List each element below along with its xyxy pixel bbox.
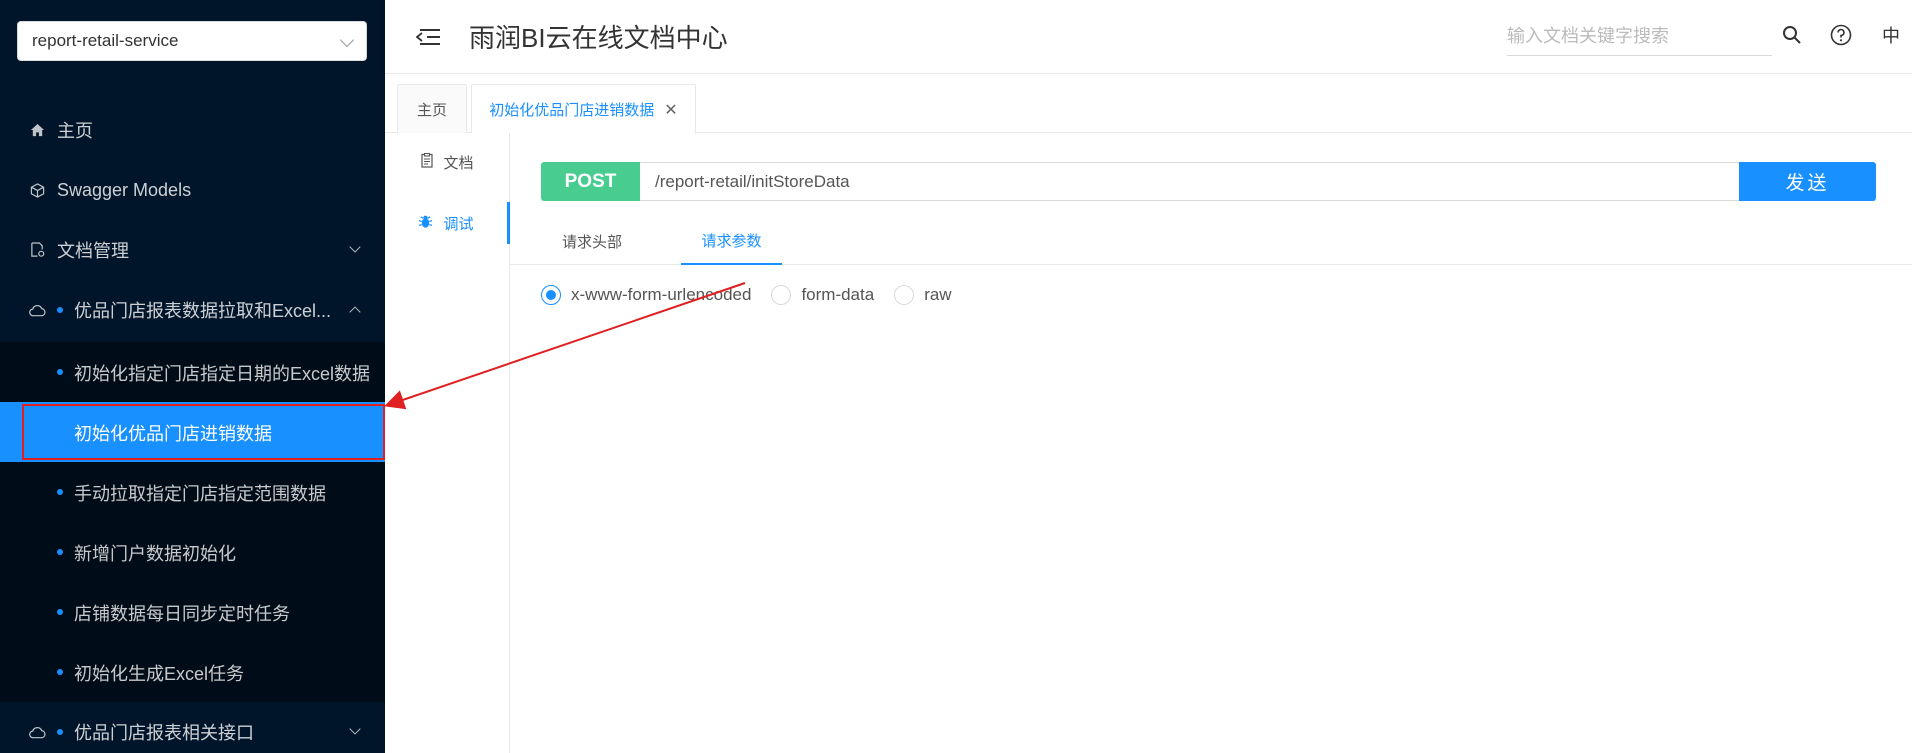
- menu-item-swagger-models[interactable]: Swagger Models: [0, 160, 385, 220]
- doc-debug-nav: 文档 调试: [385, 133, 510, 753]
- bullet-dot: [57, 489, 63, 495]
- chevron-down-icon: [349, 241, 361, 253]
- menu-item-label: 主页: [57, 121, 93, 141]
- request-subtabs: 请求头部 请求参数: [510, 217, 1912, 265]
- top-header: 雨润BI云在线文档中心 中: [385, 0, 1912, 74]
- sub-item-label: 初始化优品门店进销数据: [74, 424, 272, 444]
- sub-item-label: 新增门户数据初始化: [74, 544, 236, 564]
- tab-label: 初始化优品门店进销数据: [489, 102, 655, 119]
- home-icon: [28, 121, 46, 139]
- sub-item-init-store-data[interactable]: 初始化优品门店进销数据: [0, 402, 385, 462]
- menu-item-label: Swagger Models: [57, 179, 192, 200]
- radio-label: x-www-form-urlencoded: [571, 285, 752, 304]
- sub-item-daily-sync[interactable]: 店铺数据每日同步定时任务: [0, 582, 385, 642]
- tab-request-headers[interactable]: 请求头部: [541, 217, 643, 265]
- radio-label: raw: [924, 285, 952, 304]
- nav-document[interactable]: 文档: [385, 141, 510, 183]
- menu-item-home[interactable]: 主页: [0, 100, 385, 160]
- tab-label: 主页: [416, 101, 447, 119]
- sub-item-label: 店铺数据每日同步定时任务: [74, 604, 290, 624]
- bug-icon: [418, 214, 433, 232]
- radio-circle: [894, 285, 915, 305]
- bullet-dot: [57, 609, 63, 615]
- sub-item-init-excel[interactable]: 初始化指定门店指定日期的Excel数据: [0, 342, 385, 402]
- url-field[interactable]: /report-retail/initStoreData: [640, 162, 1749, 201]
- menu-item-label: 文档管理: [57, 241, 129, 261]
- doc-settings-icon: [28, 241, 46, 259]
- menu-item-group-report-api[interactable]: 优品门店报表相关接口: [0, 702, 385, 753]
- nav-debug[interactable]: 调试: [385, 202, 510, 244]
- service-select-value: report-retail-service: [32, 31, 179, 50]
- help-icon[interactable]: [1828, 22, 1854, 48]
- bullet-dot: [57, 669, 63, 675]
- cloud-icon: [28, 723, 46, 741]
- radio-circle: [541, 285, 561, 305]
- menu-item-doc-manage[interactable]: 文档管理: [0, 220, 385, 280]
- sub-item-label: 初始化生成Excel任务: [74, 664, 245, 684]
- menu-item-label: 优品门店报表相关接口: [74, 723, 254, 743]
- close-icon[interactable]: ✕: [664, 100, 677, 120]
- tab-home[interactable]: 主页: [397, 84, 467, 133]
- bullet-dot: [57, 729, 63, 735]
- menu-item-label: 优品门店报表数据拉取和Excel...: [74, 301, 332, 321]
- body-type-radios: x-www-form-urlencoded form-data raw: [541, 280, 972, 310]
- radio-label: form-data: [801, 285, 875, 304]
- service-select[interactable]: report-retail-service: [17, 21, 367, 61]
- nav-label: 调试: [443, 215, 474, 233]
- chevron-up-icon: [349, 306, 361, 318]
- chevron-down-icon: [349, 723, 361, 735]
- bullet-dot: [57, 549, 63, 555]
- http-method-badge: POST: [541, 162, 640, 201]
- debug-panel: POST /report-retail/initStoreData 发送 请求头…: [510, 133, 1912, 753]
- sub-item-portal-init[interactable]: 新增门户数据初始化: [0, 522, 385, 582]
- nav-label: 文档: [443, 154, 474, 172]
- app-title: 雨润BI云在线文档中心: [469, 23, 728, 53]
- search-box: [1507, 18, 1772, 56]
- cube-icon: [28, 181, 46, 199]
- sub-item-gen-excel[interactable]: 初始化生成Excel任务: [0, 642, 385, 702]
- tab-bar: 主页 初始化优品门店进销数据 ✕: [385, 74, 1912, 134]
- radio-form-data[interactable]: form-data: [771, 285, 874, 305]
- tab-request-params[interactable]: 请求参数: [681, 217, 782, 265]
- bullet-dot: [57, 307, 63, 313]
- send-button[interactable]: 发送: [1739, 162, 1876, 201]
- cloud-icon: [28, 301, 46, 319]
- sub-item-label: 初始化指定门店指定日期的Excel数据: [74, 364, 371, 384]
- language-switch[interactable]: 中: [1878, 22, 1904, 48]
- radio-urlencoded[interactable]: x-www-form-urlencoded: [541, 285, 751, 305]
- search-icon[interactable]: [1779, 22, 1805, 48]
- menu-item-group-excel[interactable]: 优品门店报表数据拉取和Excel...: [0, 280, 385, 340]
- sidebar: report-retail-service 主页 Swagger Models …: [0, 0, 385, 753]
- radio-raw[interactable]: raw: [894, 285, 952, 305]
- sub-item-manual-pull[interactable]: 手动拉取指定门店指定范围数据: [0, 462, 385, 522]
- document-icon: [421, 152, 434, 171]
- bullet-dot: [57, 369, 63, 375]
- sub-item-label: 手动拉取指定门店指定范围数据: [74, 484, 326, 504]
- chevron-down-icon: [339, 32, 355, 48]
- menu-fold-icon[interactable]: [416, 26, 440, 48]
- radio-circle: [771, 285, 792, 305]
- tab-init-store-data[interactable]: 初始化优品门店进销数据 ✕: [471, 84, 696, 134]
- search-input[interactable]: [1507, 18, 1772, 54]
